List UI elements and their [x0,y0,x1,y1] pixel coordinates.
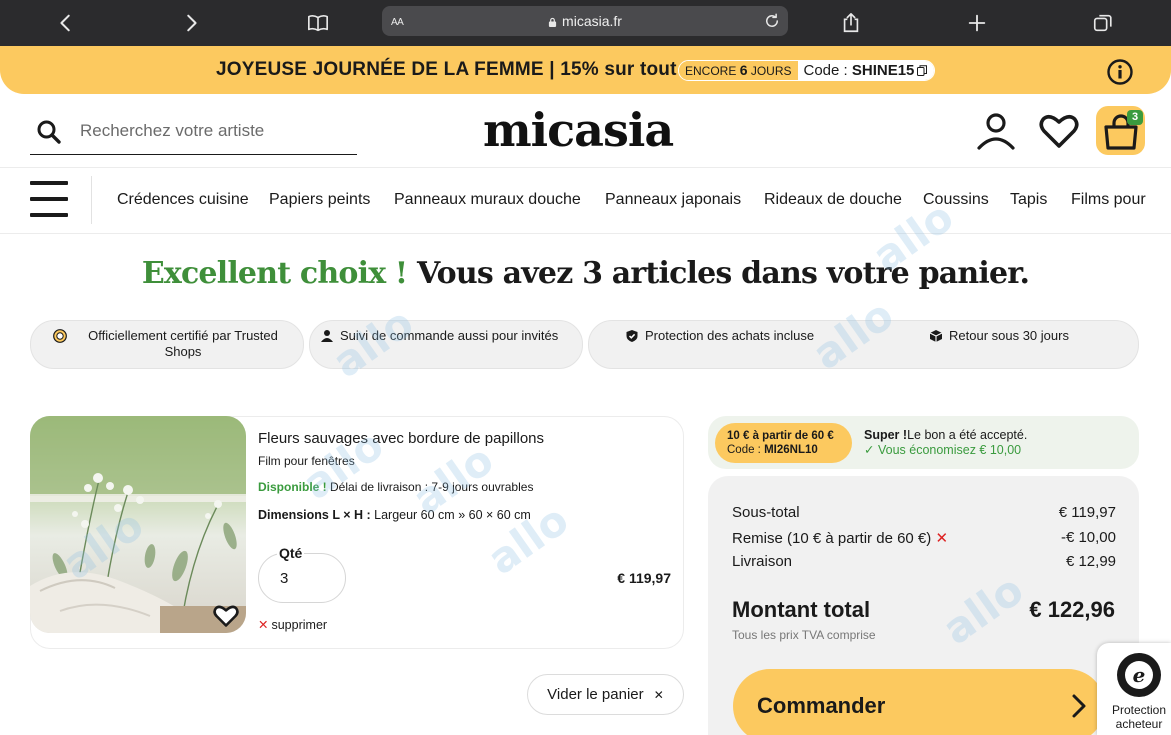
header-divider [0,167,1171,168]
nav-item-coussins[interactable]: Coussins [923,191,989,209]
promo-countdown: ENCORE 6 JOURS [679,61,799,80]
product-availability: Disponible ! Délai de livraison : 7-9 jo… [258,480,534,494]
trust-item-certified: Officiellement certifié par Trusted Shop… [53,328,293,360]
product-image[interactable] [30,416,246,633]
nav-divider [0,233,1171,234]
remove-icon: ✕ [258,618,269,632]
search-icon[interactable] [36,119,62,145]
forward-icon[interactable] [176,8,206,38]
nav-item-panneaux-japonais[interactable]: Panneaux japonais [605,191,741,209]
close-icon: ✕ [653,688,664,702]
account-icon[interactable] [976,111,1016,151]
tabs-overview-icon[interactable] [1088,8,1118,38]
svg-text:e: e [1133,663,1146,687]
product-dimensions: Dimensions L × H : Largeur 60 cm » 60 × … [258,508,531,522]
clear-cart-button[interactable]: Vider le panier ✕ [527,674,684,715]
nav-item-panneaux-muraux-douche[interactable]: Panneaux muraux douche [394,191,581,209]
lock-icon [548,17,557,27]
discount-row: Remise (10 € à partir de 60 €) ✕ -€ 10,00 [732,529,1116,547]
nav-item-films-pour[interactable]: Films pour [1071,191,1146,209]
promo-banner: JOYEUSE JOURNÉE DE LA FEMME | 15% sur to… [0,46,1171,94]
info-icon[interactable] [1107,59,1133,85]
vat-note: Tous les prix TVA comprise [732,628,876,642]
user-icon [321,330,333,342]
cart-button[interactable]: 3 [1096,106,1145,155]
trusted-shops-icon [53,329,67,343]
trusted-shops-badge[interactable]: e Protection acheteur [1097,643,1171,735]
cart-headline: Excellent choix ! Vous avez 3 articles d… [141,256,1030,291]
product-price: € 119,97 [617,570,671,586]
nav-item-rideaux-de-douche[interactable]: Rideaux de douche [764,191,902,209]
cart-count-badge: 3 [1127,110,1143,125]
copy-icon[interactable] [917,65,928,76]
browser-toolbar: AA micasia.fr [0,0,1171,46]
site-logo[interactable]: micasia [483,103,674,157]
address-bar[interactable]: AA micasia.fr [382,6,788,36]
product-type: Film pour fenêtres [258,454,355,468]
subtotal-row: Sous-total € 119,97 [732,504,1116,521]
url-text: micasia.fr [562,13,622,29]
total-label: Montant total [732,597,871,622]
chevron-right-icon [1072,694,1086,718]
shield-icon [626,330,638,342]
promo-text: JOYEUSE JOURNÉE DE LA FEMME | 15% sur to… [216,59,677,80]
menu-icon[interactable] [30,181,68,219]
trust-item-returns: Retour sous 30 jours [929,328,1069,343]
bookmarks-icon[interactable] [303,8,333,38]
coupon-tag: 10 € à partir de 60 € Code : MI26NL10 [715,423,852,463]
nav-item-credences-cuisine[interactable]: Crédences cuisine [117,191,249,209]
quantity-label: Qté [277,545,305,561]
remove-discount-icon[interactable]: ✕ [935,530,948,547]
share-icon[interactable] [836,8,866,38]
search-input[interactable] [80,119,350,143]
wishlist-icon[interactable] [1039,111,1079,151]
nav-item-papiers-peints[interactable]: Papiers peints [269,191,370,209]
promo-code-pill[interactable]: ENCORE 6 JOURS Code : SHINE15 [678,60,936,81]
trusted-shops-seal-icon: e [1117,653,1161,697]
nav-item-tapis[interactable]: Tapis [1010,191,1047,209]
item-wishlist-icon[interactable] [213,604,239,628]
trusted-shops-text: Protection acheteur [1111,703,1167,731]
trust-item-protection: Protection des achats incluse [625,328,814,343]
checkout-button[interactable]: Commander [733,669,1105,735]
checkmark-icon: ✓ [864,443,875,457]
reload-icon[interactable] [763,12,781,30]
box-icon [929,330,943,342]
shipping-row: Livraison € 12,99 [732,553,1116,570]
nav-separator [91,176,92,224]
back-icon[interactable] [51,8,81,38]
promo-code[interactable]: Code : SHINE15 [798,61,935,80]
trust-item-tracking: Suivi de commande aussi pour invités [320,328,558,343]
coupon-message: Super !Le bon a été accepté. ✓ Vous écon… [864,428,1028,457]
search-bar [30,107,357,155]
new-tab-icon[interactable] [962,8,992,38]
remove-item-link[interactable]: ✕ supprimer [258,617,327,632]
product-title[interactable]: Fleurs sauvages avec bordure de papillon… [258,430,544,447]
total-value: € 122,96 [1029,597,1115,622]
